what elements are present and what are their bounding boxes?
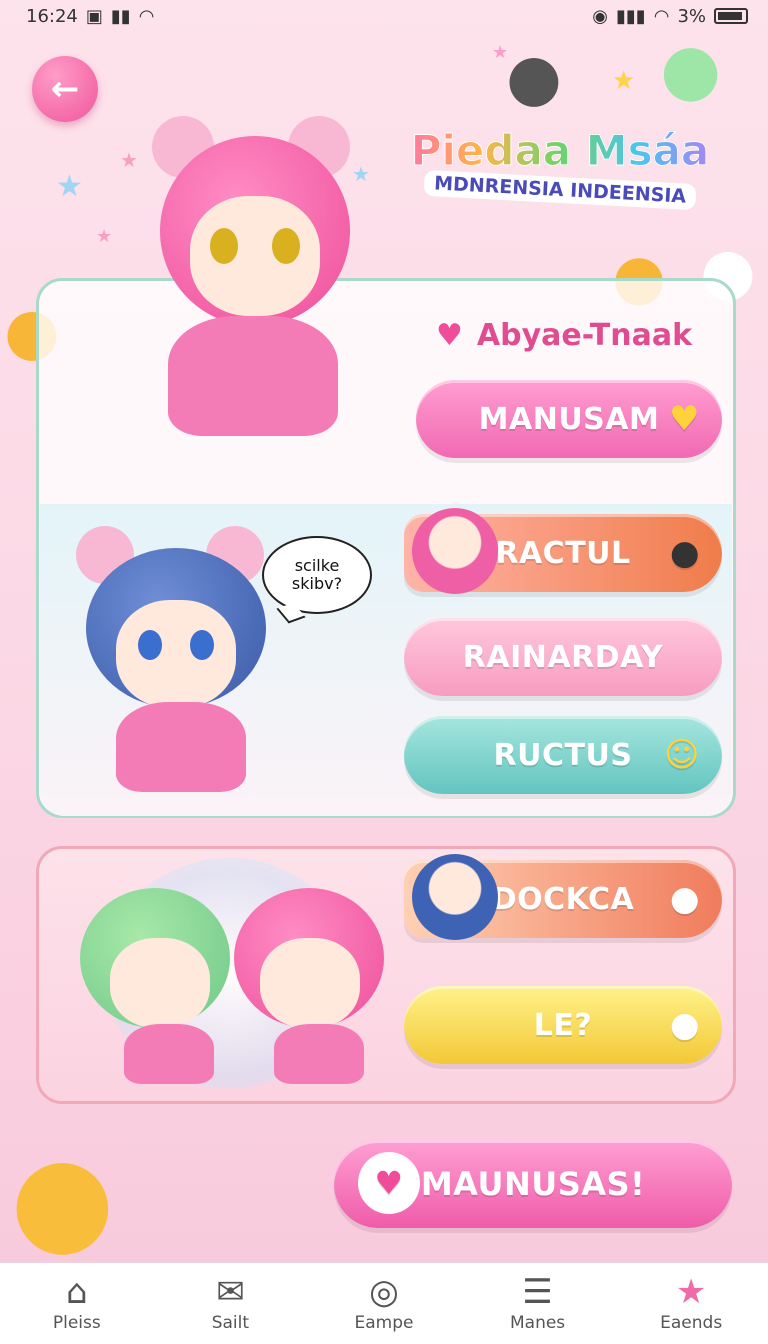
section-heading: ♥ Abyae-Tnaak <box>436 318 692 353</box>
dockca-label: DOCKCA <box>491 881 635 917</box>
tab-settings[interactable]: ◎ Eampe <box>309 1275 459 1333</box>
tab-favorites-label: Eaends <box>660 1312 723 1333</box>
pink-girl-character <box>140 116 360 446</box>
duo-characters <box>64 858 384 1088</box>
smile-bubble-icon: ☺ <box>664 735 700 775</box>
speech-bubble: scilke skibv? <box>262 536 372 614</box>
mail-icon: ✉ <box>216 1271 245 1312</box>
tab-menu[interactable]: ☰ Manes <box>463 1275 613 1333</box>
blue-girl-character <box>76 526 286 796</box>
back-button[interactable]: ← <box>32 56 98 122</box>
pink-avatar-icon <box>412 508 498 594</box>
settings-icon: ◎ <box>369 1271 399 1312</box>
battery-icon <box>714 8 748 24</box>
bunny-icon: ● <box>669 879 700 919</box>
tab-settings-label: Eampe <box>354 1312 414 1333</box>
star-decoration: ★ <box>96 226 113 247</box>
black-cat-mascot-icon: ● <box>506 41 562 115</box>
battery-percent: 3% <box>677 5 706 27</box>
star-decoration: ★ <box>612 66 636 96</box>
le-button[interactable]: LE? ● <box>404 986 722 1064</box>
main-action-button[interactable]: ♥ MAUNUSAS! <box>334 1140 732 1228</box>
ractul-button[interactable]: RACTUL ● <box>404 508 722 594</box>
arrow-left-icon: ← <box>50 69 80 109</box>
speech-bubble-text: scilke skibv? <box>291 555 343 593</box>
tab-menu-label: Manes <box>509 1312 566 1333</box>
status-bar: 16:24 ▣ ▮▮ ◠ ◉ ▮▮▮ ◠ 3% <box>0 0 768 32</box>
logo-subtitle: MDNRENSIA INDEENSIA <box>423 169 697 211</box>
blue-avatar-icon <box>412 854 498 940</box>
tab-mail-label: Sailt <box>211 1312 250 1333</box>
star-decoration: ★ <box>56 169 83 204</box>
heart-bubble-icon: ♥ <box>358 1152 420 1214</box>
tab-favorites[interactable]: ★ Eaends <box>616 1275 766 1333</box>
notification-icon: ▣ <box>85 5 103 27</box>
detective-icon: ● <box>669 533 700 573</box>
tab-mail[interactable]: ✉ Sailt <box>155 1275 305 1333</box>
signal-icon: ▮▮ <box>110 5 131 27</box>
manusam-button[interactable]: MANUSAM ♥ <box>416 380 722 458</box>
yellow-heart-icon: ♥ <box>669 399 700 439</box>
dockca-button[interactable]: DOCKCA ● <box>404 854 722 940</box>
home-icon: ⌂ <box>66 1271 88 1312</box>
mascot-duo-icon: ● <box>669 1005 700 1045</box>
main-action-label: MAUNUSAS! <box>420 1165 646 1203</box>
wifi-icon: ◠ <box>138 5 155 27</box>
ractul-label: RACTUL <box>495 535 631 571</box>
green-girl-mascot-icon: ● <box>660 28 722 110</box>
le-label: LE? <box>533 1007 593 1043</box>
menu-icon: ☰ <box>522 1271 553 1312</box>
cat-mascot-icon: ● <box>10 1130 115 1269</box>
status-time: 16:24 <box>26 5 78 27</box>
star-decoration: ★ <box>352 162 370 186</box>
tab-home[interactable]: ⌂ Pleiss <box>2 1275 152 1333</box>
manusam-label: MANUSAM <box>478 401 660 437</box>
alarm-icon: ◉ <box>592 5 608 27</box>
bottom-tab-bar: ⌂ Pleiss ✉ Sailt ◎ Eampe ☰ Manes ★ Eaend… <box>0 1262 768 1344</box>
tab-home-label: Pleiss <box>52 1312 101 1333</box>
star-icon: ★ <box>675 1271 707 1312</box>
section-heading-text: Abyae-Tnaak <box>476 318 693 353</box>
logo-title: Piedaa Msáa <box>400 126 720 176</box>
rainarday-label: RAINARDAY <box>462 639 664 675</box>
ructus-label: RUCTUS <box>493 737 633 773</box>
game-logo: Piedaa Msáa MDNRENSIA INDEENSIA <box>400 126 720 211</box>
star-decoration: ★ <box>120 148 138 172</box>
ructus-button[interactable]: RUCTUS ☺ <box>404 716 722 794</box>
heart-icon: ♥ <box>436 318 463 353</box>
rainarday-button[interactable]: RAINARDAY <box>404 618 722 696</box>
wifi-icon-right: ◠ <box>653 5 670 27</box>
signal-bars-icon: ▮▮▮ <box>616 5 646 27</box>
